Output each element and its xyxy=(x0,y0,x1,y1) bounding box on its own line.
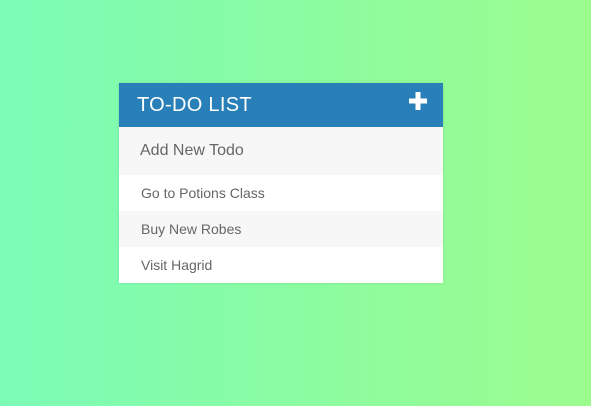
todo-list: Go to Potions Class Buy New Robes Visit … xyxy=(119,175,443,283)
new-todo-input[interactable] xyxy=(119,127,443,175)
todo-card: TO-DO LIST Go to Potions Class Buy New R… xyxy=(119,83,443,283)
todo-item[interactable]: Go to Potions Class xyxy=(119,175,443,211)
todo-item[interactable]: Buy New Robes xyxy=(119,211,443,247)
todo-title: TO-DO LIST xyxy=(137,94,252,116)
plus-icon[interactable] xyxy=(409,92,427,110)
todo-item[interactable]: Visit Hagrid xyxy=(119,247,443,283)
todo-header: TO-DO LIST xyxy=(119,83,443,127)
